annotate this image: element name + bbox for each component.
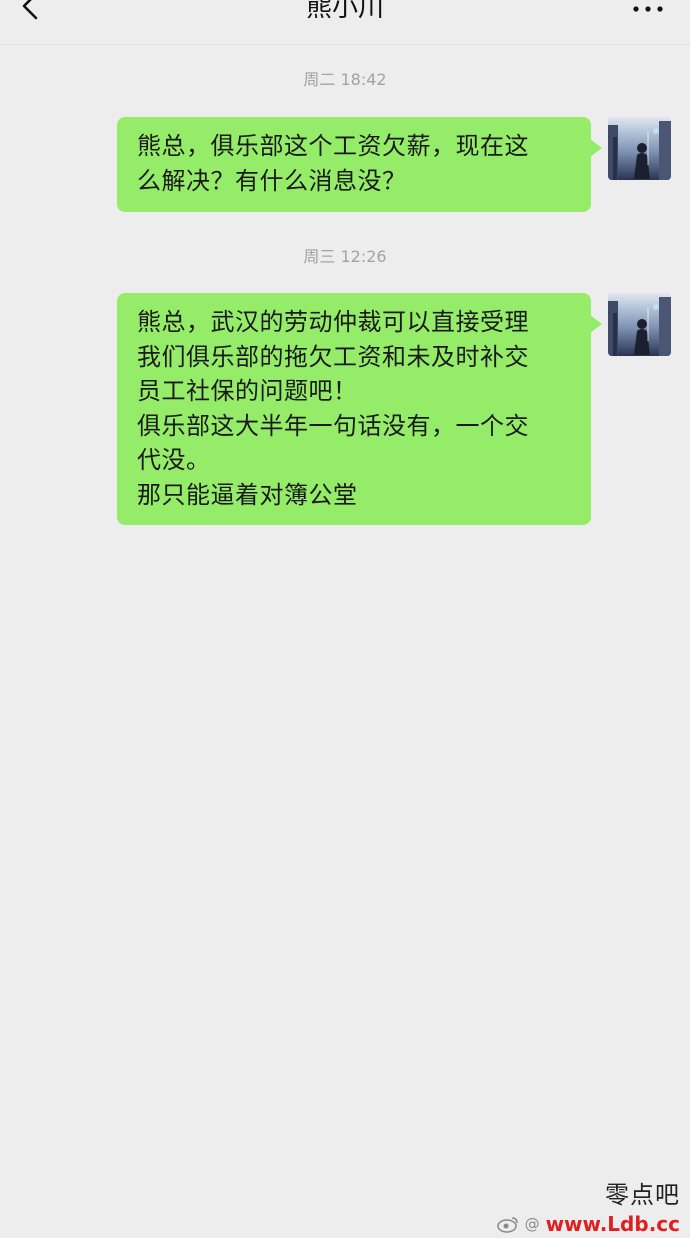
message-timestamp: 周二 18:42 — [303, 70, 387, 89]
more-dots-icon — [633, 6, 663, 12]
watermark-weibo-handle: @ — [524, 1215, 540, 1233]
more-options-button[interactable] — [628, 0, 668, 23]
message-text-line: 么解决？有什么消息没？ — [137, 166, 407, 195]
chat-screen: 熊小川 周二 18:42 熊总，俱乐部这个工资欠薪，现在这 么解决？有什么消息没… — [0, 0, 690, 1238]
watermark: 零点吧 @ www.Ldb.cc — [496, 1175, 680, 1236]
avatar[interactable] — [608, 117, 671, 180]
watermark-url: www.Ldb.cc — [545, 1212, 680, 1236]
message-text-line: 熊总，武汉的劳动仲裁可以直接受理 — [137, 308, 529, 336]
message-text-line: 我们俱乐部的拖欠工资和未及时补交 — [137, 342, 529, 371]
message-text-line: 员工社保的问题吧！ — [137, 377, 358, 405]
message-text-line: 熊总，俱乐部这个工资欠薪，现在这 — [137, 132, 529, 160]
chat-header: 熊小川 — [0, 0, 690, 45]
message-bubble[interactable]: 熊总，俱乐部这个工资欠薪，现在这 么解决？有什么消息没？ — [117, 117, 602, 212]
avatar[interactable] — [608, 293, 671, 356]
message-text-line: 那只能逼着对簿公堂 — [137, 480, 358, 509]
message-text-line: 代没。 — [137, 446, 211, 474]
contact-name-title: 熊小川 — [305, 0, 384, 23]
message-timestamp: 周三 12:26 — [303, 247, 387, 266]
message-bubble[interactable]: 熊总，武汉的劳动仲裁可以直接受理 我们俱乐部的拖欠工资和未及时补交 员工社保的问… — [117, 293, 602, 525]
weibo-icon — [496, 1217, 518, 1233]
watermark-row: @ www.Ldb.cc — [496, 1212, 680, 1236]
avatar-image — [608, 293, 671, 356]
message-text-line: 俱乐部这大半年一句话没有，一个交 — [137, 411, 529, 440]
watermark-logo-text: 零点吧 — [605, 1181, 680, 1209]
avatar-image — [608, 117, 671, 180]
